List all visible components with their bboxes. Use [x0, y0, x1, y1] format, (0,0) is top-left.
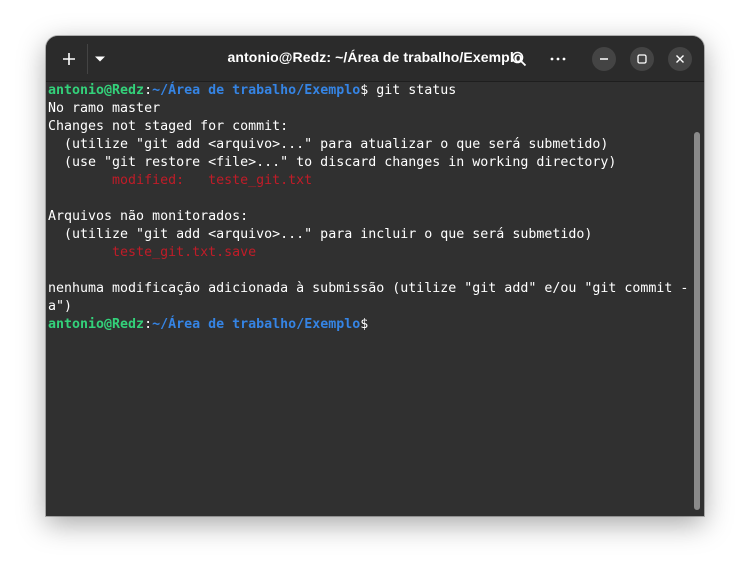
prompt-path: ~/Área de trabalho/Exemplo — [152, 83, 361, 98]
output-line: a") — [48, 299, 73, 314]
more-icon — [550, 57, 566, 61]
output-line: (utilize "git add <arquivo>..." para inc… — [48, 227, 593, 242]
prompt-user: antonio@Redz — [48, 83, 145, 98]
prompt-path: ~/Área de trabalho/Exemplo — [152, 317, 361, 332]
output-line-modified: modified: teste_git.txt — [48, 172, 704, 190]
close-icon — [676, 55, 684, 63]
output-line-blank — [48, 262, 704, 280]
terminal-window: antonio@Redz: ~/Área de trabalho/Exemplo — [46, 36, 704, 516]
untracked-file: teste_git.txt.save — [112, 245, 257, 260]
minimize-button[interactable] — [592, 47, 616, 71]
prompt-separator: : — [144, 83, 153, 98]
prompt-line: antonio@Redz:~/Área de trabalho/Exemplo$ — [48, 316, 704, 334]
output-line: No ramo master — [48, 101, 161, 116]
scrollbar[interactable] — [694, 132, 700, 510]
output-line: Changes not staged for commit: — [48, 119, 289, 134]
prompt-user: antonio@Redz — [48, 317, 145, 332]
terminal-output[interactable]: antonio@Redz:~/Área de trabalho/Exemplo$… — [46, 82, 704, 516]
minimize-icon — [600, 58, 608, 60]
output-line-blank — [48, 190, 704, 208]
menu-button[interactable] — [545, 45, 571, 73]
search-button[interactable] — [506, 45, 532, 73]
output-line: Arquivos não monitorados: — [48, 209, 249, 224]
output-line: (utilize "git add <arquivo>..." para atu… — [48, 137, 609, 152]
titlebar: antonio@Redz: ~/Área de trabalho/Exemplo — [46, 36, 704, 82]
command-text: git status — [368, 83, 457, 98]
search-icon — [511, 51, 527, 67]
prompt-symbol: $ — [360, 317, 369, 332]
maximize-button[interactable] — [630, 47, 654, 71]
maximize-icon — [637, 54, 647, 64]
output-line: (use "git restore <file>..." to discard … — [48, 155, 617, 170]
output-line: nenhuma modificação adicionada à submiss… — [48, 281, 689, 296]
close-button[interactable] — [668, 47, 692, 71]
prompt-line: antonio@Redz:~/Área de trabalho/Exemplo$… — [48, 82, 704, 100]
modified-file: modified: teste_git.txt — [112, 173, 313, 188]
output-line-untracked: teste_git.txt.save — [48, 244, 704, 262]
prompt-separator: : — [144, 317, 153, 332]
